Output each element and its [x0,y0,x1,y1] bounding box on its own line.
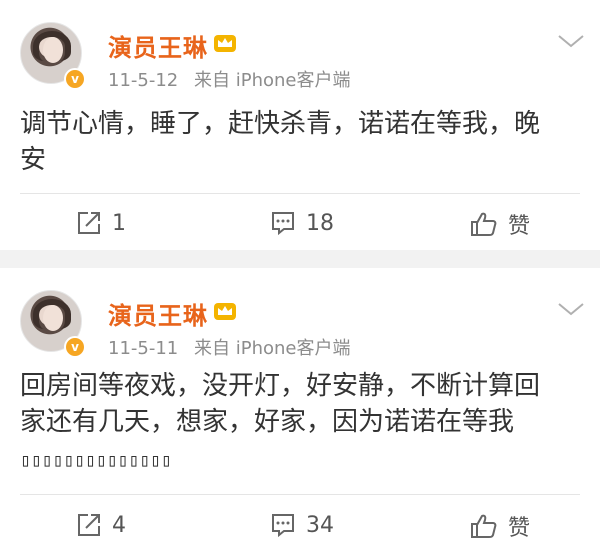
like-label: 赞 [508,516,531,541]
thumbs-up-icon [471,212,497,236]
comment-button[interactable]: 18 [270,210,334,236]
post-meta: 11-5-11 来自 iPhone客户端 [108,334,350,360]
thumbs-up-icon [471,514,497,538]
weibo-post: v 演员王琳 11-5-11 来自 iPhone客户端 回房间等夜戏，没开灯，好… [0,268,600,555]
verified-badge-icon: v [64,68,86,90]
crown-icon [214,303,236,320]
comment-icon [272,514,294,538]
crown-icon [214,35,236,52]
author-name[interactable]: 演员王琳 [108,296,208,331]
avatar-face [43,37,63,63]
post-meta: 11-5-12 来自 iPhone客户端 [108,66,350,92]
avatar-face [43,305,63,331]
repost-icon [78,514,100,536]
author-name[interactable]: 演员王琳 [108,28,208,63]
post-text-line: 家还有几天，想家，好家，因为诺诺在等我 [20,407,515,437]
comment-count: 34 [306,512,334,538]
post-source: 来自 iPhone客户端 [194,70,351,91]
post-text-line: 安 [20,145,47,175]
like-button[interactable]: 赞 [470,208,530,240]
post-text-line: 调节心情，睡了，赶快杀青，诺诺在等我，晚 [20,109,541,139]
post-timestamp: 11-5-12 [108,70,179,91]
post-timestamp: 11-5-11 [108,338,179,359]
chevron-down-icon[interactable] [556,300,586,318]
garbled-text: ▯▯▯▯▯▯▯▯▯▯▯▯▯▯ [20,450,172,471]
post-source: 来自 iPhone客户端 [194,338,351,359]
post-text: 回房间等夜戏，没开灯，好安静，不断计算回 家还有几天，想家，好家，因为诺诺在等我 [20,368,580,440]
comment-count: 18 [306,210,334,236]
repost-button[interactable]: 1 [76,210,126,236]
chevron-down-icon[interactable] [556,32,586,50]
repost-count: 4 [112,512,126,538]
comment-icon [272,212,294,236]
repost-icon [78,212,100,234]
like-label: 赞 [508,214,531,239]
divider [20,494,580,495]
divider [20,193,580,194]
like-button[interactable]: 赞 [470,510,530,542]
repost-count: 1 [112,210,126,236]
verified-badge-icon: v [64,336,86,358]
weibo-post: v 演员王琳 11-5-12 来自 iPhone客户端 调节心情，睡了，赶快杀青… [0,0,600,250]
post-text: 调节心情，睡了，赶快杀青，诺诺在等我，晚 安 [20,106,580,178]
repost-button[interactable]: 4 [76,512,126,538]
comment-button[interactable]: 34 [270,512,334,538]
post-text-line: 回房间等夜戏，没开灯，好安静，不断计算回 [20,371,541,401]
